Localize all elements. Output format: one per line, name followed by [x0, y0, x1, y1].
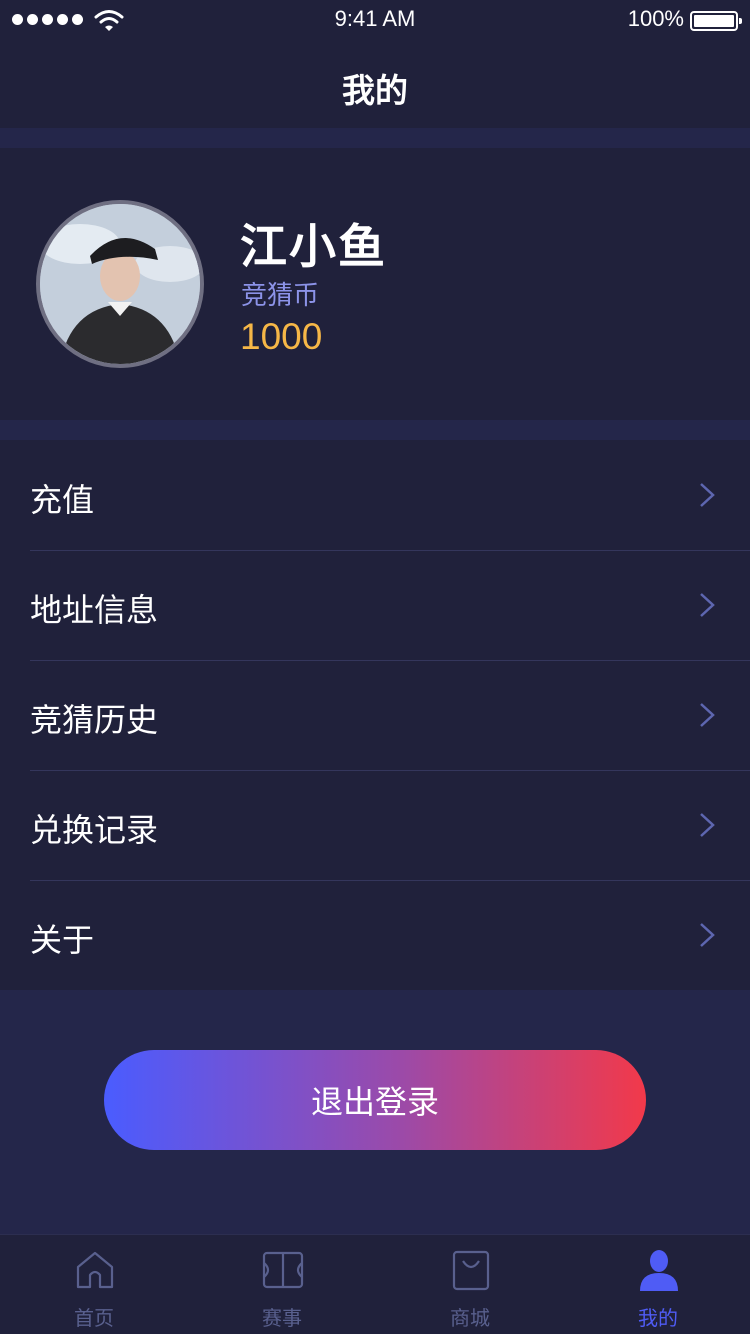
avatar-photo: [40, 204, 200, 364]
menu-item-label: 关于: [30, 921, 95, 959]
logout-label: 退出登录: [310, 1083, 439, 1121]
home-icon: [76, 1251, 114, 1289]
menu-item-label: 地址信息: [30, 591, 159, 629]
status-bar: 9:41 AM 100%: [0, 0, 750, 42]
menu-item-label: 充值: [30, 481, 95, 519]
court-icon: [262, 1251, 304, 1289]
tab-label: 首页: [74, 1306, 114, 1330]
menu-item-redeem[interactable]: 兑换记录: [0, 770, 750, 880]
chevron-right-icon: [700, 923, 715, 947]
menu-item-label: 兑换记录: [30, 811, 159, 849]
settings-menu: 充值 地址信息 竞猜历史 兑换记录 关于: [0, 440, 750, 990]
tab-bar: 首页 赛事 商城 我的: [0, 1234, 750, 1334]
user-icon: [640, 1250, 678, 1291]
tab-home[interactable]: 首页: [0, 1235, 188, 1334]
battery-percentage: 100%: [627, 6, 684, 31]
menu-item-recharge[interactable]: 充值: [0, 440, 750, 550]
battery-icon: [690, 11, 742, 31]
chevron-right-icon: [700, 703, 715, 727]
logout-button[interactable]: 退出登录: [104, 1050, 646, 1150]
menu-item-address[interactable]: 地址信息: [0, 550, 750, 660]
coin-label: 竞猜币: [241, 281, 320, 311]
nav-bar: 我的: [0, 42, 750, 128]
tab-label: 商城: [450, 1306, 490, 1330]
tab-label: 赛事: [262, 1306, 302, 1330]
tab-mine[interactable]: 我的: [564, 1235, 750, 1334]
chevron-right-icon: [700, 813, 715, 837]
profile-card: 江小鱼 竞猜币 1000: [0, 148, 750, 420]
chevron-right-icon: [700, 483, 715, 507]
avatar[interactable]: [36, 200, 204, 368]
user-name: 江小鱼: [240, 220, 387, 275]
menu-item-history[interactable]: 竞猜历史: [0, 660, 750, 770]
chevron-right-icon: [700, 593, 715, 617]
coin-balance: 1000: [240, 316, 323, 357]
tab-shop[interactable]: 商城: [376, 1235, 564, 1334]
page-title: 我的: [342, 71, 408, 110]
menu-item-label: 竞猜历史: [30, 701, 159, 739]
tab-label: 我的: [638, 1306, 678, 1330]
shopping-bag-icon: [452, 1250, 490, 1291]
menu-item-about[interactable]: 关于: [0, 880, 750, 990]
tab-events[interactable]: 赛事: [188, 1235, 376, 1334]
